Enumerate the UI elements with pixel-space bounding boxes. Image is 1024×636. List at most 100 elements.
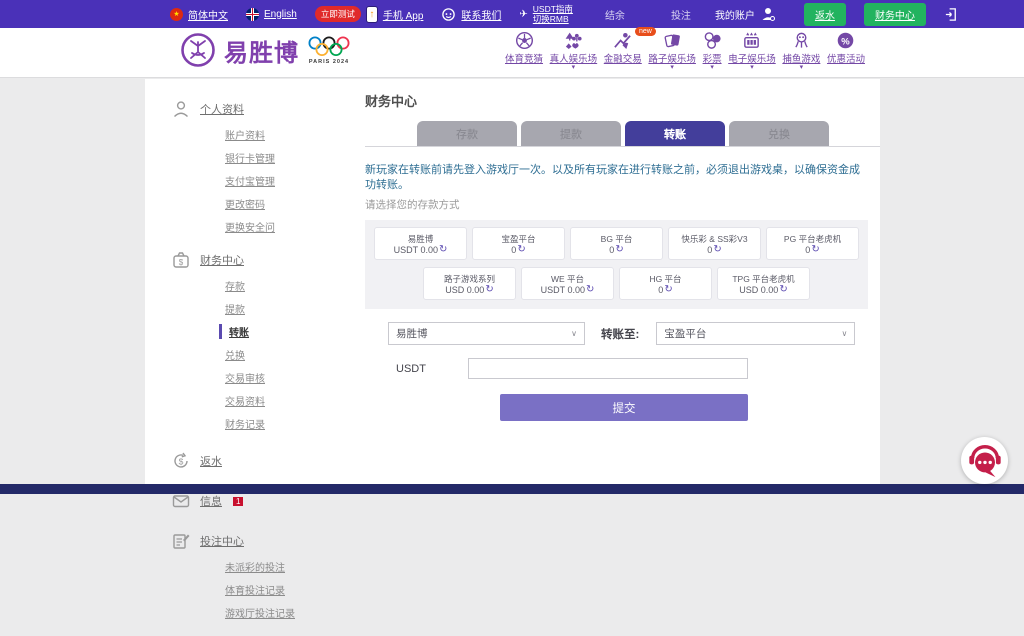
tab-deposit[interactable]: 存款	[417, 121, 517, 146]
nav-live-casino[interactable]: 真人娱乐场 ▾	[550, 31, 597, 71]
wallet-name: WE 平台	[550, 273, 585, 284]
language-en[interactable]: English	[246, 7, 297, 21]
sidebar-item-withdraw[interactable]: 提款	[219, 301, 360, 316]
sidebar-section-finance[interactable]: $ 财务中心	[171, 250, 360, 270]
wallet-card-pg-slots[interactable]: PG 平台老虎机 0 ↻	[766, 227, 859, 260]
sidebar-messages-title: 信息	[200, 496, 222, 508]
refresh-icon[interactable]: ↻	[586, 285, 594, 295]
plane-icon: ✈	[519, 8, 528, 20]
test-now-badge[interactable]: 立即测试	[314, 6, 361, 22]
customer-service-button[interactable]	[961, 437, 1008, 484]
refresh-icon[interactable]: ↻	[485, 285, 493, 295]
refresh-icon[interactable]: ↻	[517, 245, 525, 255]
sidebar-betcenter-title: 投注中心	[200, 536, 244, 548]
mobile-app-link[interactable]: 立即测试 ↑ 手机 App	[314, 5, 423, 23]
sidebar-item-casino-bet-history[interactable]: 游戏厅投注记录	[219, 605, 360, 620]
tab-bar: 存款 提款 转账 兑换	[417, 121, 880, 146]
transfer-from-select[interactable]: 易胜博 ∨	[388, 322, 585, 345]
refresh-icon[interactable]: ↻	[615, 245, 623, 255]
wallet-balance: 0	[511, 244, 517, 255]
wallet-name: PG 平台老虎机	[783, 233, 842, 244]
mail-icon	[172, 495, 190, 508]
unread-count-badge: 1	[233, 496, 244, 506]
sidebar-item-transfer[interactable]: 转账	[219, 324, 360, 339]
refresh-icon[interactable]: ↻	[811, 245, 819, 255]
sidebar-item-security-question[interactable]: 更换安全问	[219, 219, 360, 234]
bet-center-icon	[173, 534, 190, 549]
finance-center-button[interactable]: 财务中心	[863, 2, 926, 26]
choose-method-hint: 请选择您的存款方式	[365, 199, 460, 211]
sidebar-item-alipay[interactable]: 支付宝管理	[219, 173, 360, 188]
wallet-name: 快乐彩 & SS彩V3	[681, 233, 748, 244]
usdt-switch[interactable]: ✈ USDT指南 切换RMB	[519, 4, 573, 24]
nav-luzi-casino[interactable]: 路子娱乐场 ▾	[648, 31, 696, 71]
wallet-card-happy-lottery[interactable]: 快乐彩 & SS彩V3 0 ↻	[668, 227, 761, 260]
tab-exchange[interactable]: 兑换	[729, 121, 829, 146]
wallet-card-we[interactable]: WE 平台 USDT 0.00 ↻	[521, 267, 614, 300]
tab-transfer[interactable]: 转账	[625, 121, 725, 146]
sidebar-profile-title: 个人资料	[200, 104, 244, 116]
sidebar-item-account-info[interactable]: 账户资料	[219, 127, 360, 142]
nav-sports[interactable]: 体育竞猜	[505, 31, 543, 70]
wallet-balance: USD 0.00	[739, 284, 779, 295]
refresh-icon[interactable]: ↻	[779, 285, 787, 295]
sidebar-section-betcenter[interactable]: 投注中心	[171, 531, 360, 551]
sidebar-item-unsettled-bets[interactable]: 未派彩的投注	[219, 559, 360, 574]
cn-flag-icon: ★	[170, 7, 183, 21]
nav-sports-label: 体育竞猜	[505, 54, 544, 65]
chevron-down-icon: ▾	[571, 64, 576, 71]
my-account[interactable]: 我的账户	[715, 6, 776, 22]
transfer-to-select[interactable]: 宝盈平台 ∨	[656, 322, 856, 345]
refresh-icon[interactable]: ↻	[439, 245, 447, 255]
logout-icon[interactable]	[944, 7, 959, 22]
brand-logo[interactable]: 易胜博 PARIS 2024	[180, 32, 351, 68]
sidebar-item-transaction-info[interactable]: 交易资料	[219, 393, 360, 408]
contact-us-label: 联系我们	[461, 10, 502, 22]
rebate-icon: $	[174, 452, 188, 468]
nav-lottery[interactable]: 彩票 ▾	[702, 31, 722, 71]
nav-lottery-label: 彩票	[702, 54, 722, 65]
wallet-card-bg[interactable]: BG 平台 0 ↻	[570, 227, 663, 260]
nav-slots-casino[interactable]: 电子娱乐场 ▾	[728, 31, 776, 71]
cards-icon	[664, 34, 680, 48]
wallet-balance: USDT 0.00	[393, 244, 438, 255]
sidebar-item-sports-bet-history[interactable]: 体育投注记录	[219, 582, 360, 597]
refresh-icon[interactable]: ↻	[713, 245, 721, 255]
submit-button[interactable]: 提交	[500, 394, 748, 421]
sidebar-item-exchange[interactable]: 兑换	[219, 347, 360, 362]
wallet-card-tpg-slots[interactable]: TPG 平台老虎机 USD 0.00 ↻	[717, 267, 810, 300]
usdt-guide-label[interactable]: USDT指南	[533, 4, 573, 14]
tab-withdraw[interactable]: 提款	[521, 121, 621, 146]
wallet-card-hg[interactable]: HG 平台 0 ↻	[619, 267, 712, 300]
wallet-name: 路子游戏系列	[443, 273, 495, 284]
wallet-card-luzi-games[interactable]: 路子游戏系列 USD 0.00 ↻	[423, 267, 516, 300]
balance-label: 结余	[604, 10, 625, 22]
amount-input[interactable]	[468, 358, 748, 379]
wallet-card-baoying[interactable]: 宝盈平台 0 ↻	[472, 227, 565, 260]
sidebar-section-rebate[interactable]: $ 返水	[171, 451, 360, 471]
switch-rmb-label[interactable]: 切换RMB	[533, 14, 569, 24]
wallet-name: TPG 平台老虎机	[732, 273, 795, 284]
wallet-name: BG 平台	[600, 233, 633, 244]
sidebar-section-profile[interactable]: 个人资料	[171, 99, 360, 119]
chevron-down-icon: ∨	[571, 329, 577, 338]
nav-fishing[interactable]: 捕鱼游戏 ▾	[782, 31, 821, 71]
wallet-card-yishengbo[interactable]: 易胜博 USDT 0.00 ↻	[374, 227, 467, 260]
avatar-icon[interactable]	[760, 6, 776, 22]
sidebar-item-change-password[interactable]: 更改密码	[219, 196, 360, 211]
sidebar-item-transaction-review[interactable]: 交易审核	[219, 370, 360, 385]
nav-fishing-label: 捕鱼游戏	[782, 54, 821, 65]
sidebar-finance-title: 财务中心	[200, 255, 244, 267]
rebate-button[interactable]: 返水	[803, 2, 846, 26]
nav-finance-trade[interactable]: new 金融交易	[604, 27, 656, 70]
nav-promotions-label: 优惠活动	[826, 54, 865, 65]
nav-promotions[interactable]: % 优惠活动	[827, 31, 865, 70]
sidebar-item-deposit[interactable]: 存款	[219, 278, 360, 293]
refresh-icon[interactable]: ↻	[664, 285, 672, 295]
sidebar-item-bank-cards[interactable]: 银行卡管理	[219, 150, 360, 165]
contact-us-link[interactable]: 联系我们	[441, 7, 501, 22]
language-zh[interactable]: ★ 简体中文	[170, 7, 228, 22]
wallet-icon: $	[173, 252, 189, 268]
sidebar-item-finance-records[interactable]: 财务记录	[219, 416, 360, 431]
sidebar-section-messages[interactable]: 信息 1	[171, 491, 360, 511]
